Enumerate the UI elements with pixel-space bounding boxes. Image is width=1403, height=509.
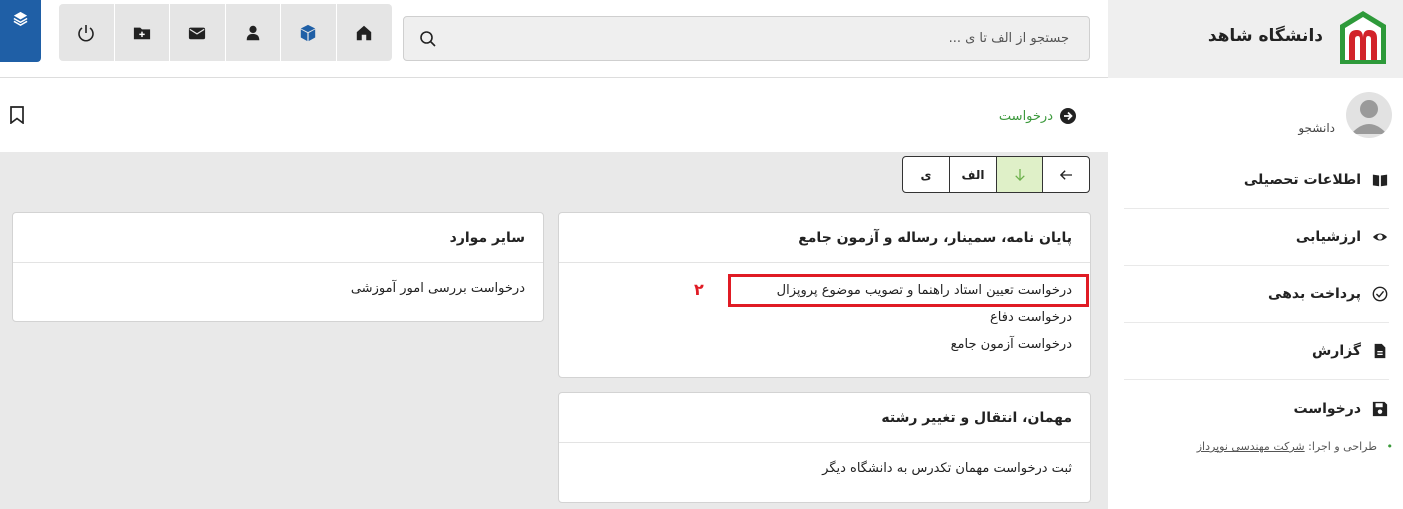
request-link-educational-review[interactable]: درخواست بررسی امور آموزشی <box>31 275 525 302</box>
search-icon[interactable] <box>418 29 438 49</box>
arrow-down-icon <box>1014 168 1025 181</box>
envelope-icon <box>189 27 206 39</box>
profile-button[interactable] <box>226 4 281 61</box>
book-open-icon <box>1371 171 1389 189</box>
home-icon <box>357 25 372 40</box>
bookmark-icon[interactable] <box>9 106 25 124</box>
sidebar-item-evaluation[interactable]: ارزشیابی <box>1124 209 1389 266</box>
sidebar-item-label: ارزشیابی <box>1295 229 1361 245</box>
step-number-annotation: ۲ <box>694 280 704 299</box>
cube-icon <box>301 24 316 41</box>
breadcrumb: درخواست <box>999 107 1077 125</box>
shahed-university-logo[interactable] <box>1337 8 1389 66</box>
request-link-defense[interactable]: درخواست دفاع <box>577 304 1090 331</box>
user-avatar-icon[interactable] <box>1346 92 1392 138</box>
back-button[interactable] <box>1043 157 1089 192</box>
sidebar-item-request[interactable]: درخواست <box>1124 380 1389 437</box>
footer-company-link[interactable]: شرکت مهندسی نوپرداز <box>1197 440 1305 453</box>
icon-toolbar <box>59 4 392 61</box>
sidebar-item-label: اطلاعات تحصیلی <box>1243 172 1361 188</box>
breadcrumb-bar: درخواست <box>0 79 1108 152</box>
arrow-circle-right-icon <box>1060 108 1076 124</box>
request-link-guest-single-course[interactable]: ثبت درخواست مهمان تکدرس به دانشگاه دیگر <box>577 455 1072 482</box>
folder-plus-icon <box>133 27 150 39</box>
sidebar-item-label: پرداخت بدهی <box>1268 286 1361 302</box>
file-text-icon <box>1371 342 1389 360</box>
main-content: ی الف پایان نامه، سمینار، رساله و آزمون … <box>0 152 1108 509</box>
new-folder-button[interactable] <box>115 4 170 61</box>
sort-down-button[interactable] <box>997 157 1043 192</box>
messages-button[interactable] <box>170 4 226 61</box>
top-header <box>0 0 1108 78</box>
layers-button[interactable] <box>0 0 41 62</box>
sidebar-item-academic-info[interactable]: اطلاعات تحصیلی <box>1124 152 1389 209</box>
brand-title: دانشگاه شاهد <box>1207 26 1323 46</box>
card-title: پایان نامه، سمینار، رساله و آزمون جامع <box>559 213 1090 263</box>
card-title: مهمان، انتقال و تغییر رشته <box>559 393 1090 443</box>
brand-header: دانشگاه شاهد <box>1108 0 1403 78</box>
power-icon <box>78 24 95 41</box>
sidebar: دانشگاه شاهد دانشجو اطلاعات تحصیلی ارزشی… <box>1108 0 1403 509</box>
card-title: سایر موارد <box>13 213 543 263</box>
highlight-annotation-box <box>728 274 1089 307</box>
footer-prefix: طراحی و اجرا: <box>1308 440 1377 453</box>
sort-toolbar: ی الف <box>902 156 1090 193</box>
home-button[interactable] <box>337 4 393 61</box>
card-body: درخواست بررسی امور آموزشی <box>13 263 543 302</box>
sidebar-item-label: گزارش <box>1311 343 1361 359</box>
layers-icon <box>13 11 28 26</box>
logout-button[interactable] <box>59 4 115 61</box>
card-thesis: پایان نامه، سمینار، رساله و آزمون جامع د… <box>558 212 1091 378</box>
request-link-comprehensive-exam[interactable]: درخواست آزمون جامع <box>577 331 1090 358</box>
card-body: ثبت درخواست مهمان تکدرس به دانشگاه دیگر <box>559 443 1090 482</box>
user-profile: دانشجو <box>1108 78 1403 150</box>
card-transfer: مهمان، انتقال و تغییر رشته ثبت درخواست م… <box>558 392 1091 503</box>
card-other: سایر موارد درخواست بررسی امور آموزشی <box>12 212 544 322</box>
user-role: دانشجو <box>1298 121 1335 135</box>
check-circle-icon <box>1371 285 1389 303</box>
breadcrumb-current[interactable]: درخواست <box>999 109 1053 124</box>
footer-credit: • طراحی و اجرا: شرکت مهندسی نوپرداز <box>1197 440 1393 453</box>
sort-ye-button[interactable]: ی <box>903 157 950 192</box>
search-box <box>403 16 1090 61</box>
bullet-dot: • <box>1386 440 1394 453</box>
sort-alef-button[interactable]: الف <box>950 157 997 192</box>
arrow-left-icon <box>1059 169 1072 180</box>
search-input[interactable] <box>449 17 1089 60</box>
package-button[interactable] <box>281 4 337 61</box>
eye-icon <box>1371 228 1389 246</box>
sidebar-item-label: درخواست <box>1293 400 1362 417</box>
user-icon <box>246 25 260 40</box>
sidebar-item-pay-debt[interactable]: پرداخت بدهی <box>1124 266 1389 323</box>
save-floppy-icon <box>1371 400 1389 418</box>
sidebar-item-report[interactable]: گزارش <box>1124 323 1389 380</box>
